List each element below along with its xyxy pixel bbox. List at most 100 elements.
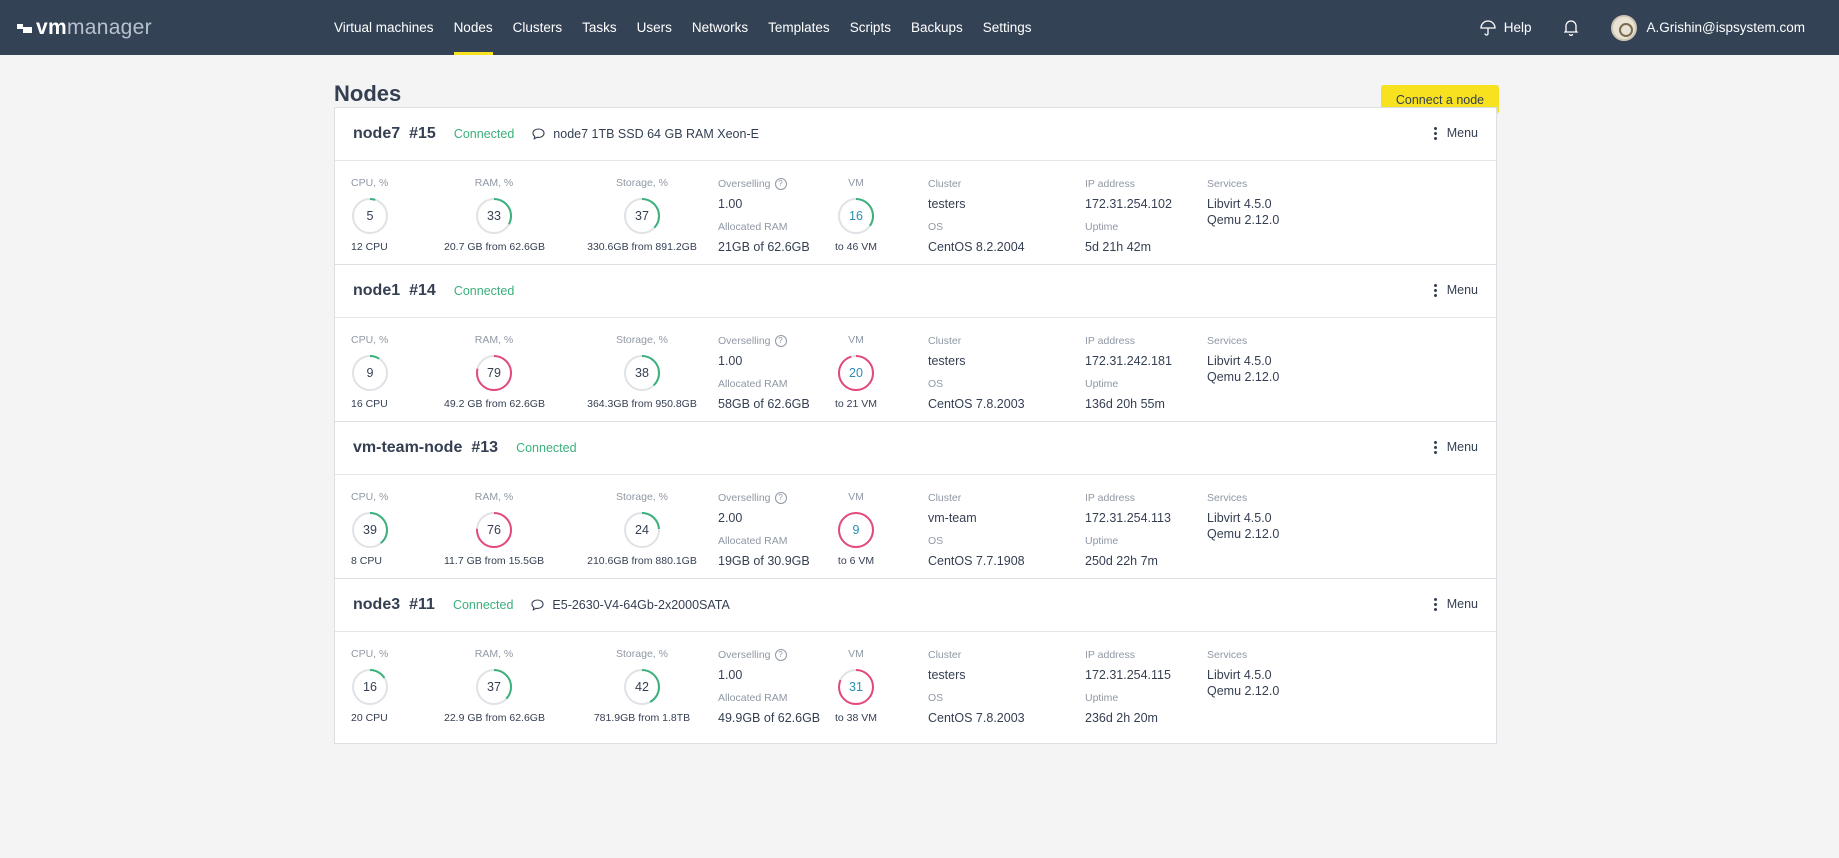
help-link[interactable]: Help <box>1480 19 1532 36</box>
vm-limit: to 6 VM <box>837 555 875 567</box>
service-qemu: Qemu 2.12.0 <box>1207 684 1280 698</box>
overselling-column: Overselling? 1.00 Allocated RAM 21GB of … <box>718 177 810 256</box>
logo-vm-text: vm <box>36 16 67 39</box>
uptime-label: Uptime <box>1085 221 1119 233</box>
node-card: node7 #15 Connected node7 1TB SSD 64 GB … <box>334 107 1497 273</box>
ram-metric: RAM, % 79 49.2 GB from 62.6GB <box>444 334 545 410</box>
vm-label: VM <box>848 491 864 503</box>
status-badge: Connected <box>452 598 514 612</box>
nav-item-nodes[interactable]: Nodes <box>453 0 493 55</box>
vm-value[interactable]: 16 <box>837 197 875 235</box>
allocated-ram-label: Allocated RAM <box>718 378 788 390</box>
status-badge: Connected <box>453 127 515 141</box>
cpu-count: 12 CPU <box>351 241 388 253</box>
overselling-label: Overselling <box>718 335 771 347</box>
kebab-icon <box>1433 597 1437 611</box>
ram-metric: RAM, % 37 22.9 GB from 62.6GB <box>444 648 545 724</box>
node-card-body: CPU, % 9 16 CPU RAM, % 79 49.2 GB from 6… <box>335 318 1496 430</box>
node-name[interactable]: node7 <box>353 125 400 143</box>
node-menu-button[interactable]: Menu <box>1433 126 1478 140</box>
nav-item-users[interactable]: Users <box>637 0 672 55</box>
storage-label: Storage, % <box>616 177 668 189</box>
help-icon[interactable]: ? <box>774 335 787 347</box>
node-card: node1 #14 Connected Menu CPU, % 9 16 CPU… <box>334 264 1497 430</box>
help-icon[interactable]: ? <box>774 649 787 661</box>
nav-item-templates[interactable]: Templates <box>768 0 830 55</box>
ram-gauge: 33 <box>475 197 513 235</box>
overselling-column: Overselling? 1.00 Allocated RAM 58GB of … <box>718 334 810 413</box>
bell-icon <box>1563 20 1578 36</box>
overselling-label: Overselling <box>718 649 771 661</box>
ram-usage: 11.7 GB from 15.5GB <box>444 555 545 567</box>
nav-item-clusters[interactable]: Clusters <box>513 0 563 55</box>
overselling-label: Overselling <box>718 492 771 504</box>
menu-label: Menu <box>1446 283 1478 297</box>
vm-gauge: 16 <box>837 197 875 235</box>
nav-item-backups[interactable]: Backups <box>911 0 963 55</box>
cluster-column: Cluster testers OS CentOS 8.2.2004 <box>928 177 1025 256</box>
status-badge: Connected <box>516 441 577 455</box>
vm-metric: VM 16 to 46 VM <box>835 177 877 253</box>
storage-label: Storage, % <box>616 648 668 660</box>
nav-item-scripts[interactable]: Scripts <box>850 0 891 55</box>
ram-label: RAM, % <box>474 491 514 503</box>
storage-gauge: 37 <box>623 197 661 235</box>
cpu-gauge: 9 <box>351 354 389 392</box>
node-comment-text: E5-2630-V4-64Gb-2x2000SATA <box>552 598 730 612</box>
ram-value: 37 <box>487 680 501 694</box>
os-value: CentOS 7.8.2003 <box>928 711 1025 725</box>
storage-usage: 781.9GB from 1.8TB <box>593 712 691 724</box>
overselling-column: Overselling? 2.00 Allocated RAM 19GB of … <box>718 491 810 570</box>
node-menu-button[interactable]: Menu <box>1433 283 1478 297</box>
ram-label: RAM, % <box>474 334 514 346</box>
service-libvirt: Libvirt 4.5.0 <box>1207 197 1272 211</box>
notifications-button[interactable] <box>1563 19 1578 36</box>
nav-item-settings[interactable]: Settings <box>983 0 1032 55</box>
ram-label: RAM, % <box>474 177 514 189</box>
storage-usage: 330.6GB from 891.2GB <box>587 241 697 253</box>
node-card-body: CPU, % 39 8 CPU RAM, % 76 11.7 GB from 1… <box>335 475 1496 587</box>
node-name[interactable]: node1 <box>353 282 400 300</box>
main-content: Nodes Connect a node node7 #15 Connected… <box>334 55 1499 744</box>
help-icon[interactable]: ? <box>774 178 787 190</box>
vmmanager-logo[interactable]: vm manager <box>17 16 152 40</box>
node-card-header: node3 #11 Connected E5-2630-V4-64Gb-2x20… <box>335 579 1496 632</box>
node-id: #14 <box>409 282 436 299</box>
ip-label: IP address <box>1085 649 1136 661</box>
vm-value[interactable]: 9 <box>837 511 875 549</box>
ip-label: IP address <box>1085 178 1136 190</box>
ip-value: 172.31.254.102 <box>1085 197 1172 211</box>
node-name[interactable]: vm-team-node <box>353 439 462 457</box>
allocated-ram-value: 21GB of 62.6GB <box>718 240 810 254</box>
vm-value[interactable]: 20 <box>837 354 875 392</box>
ram-usage: 22.9 GB from 62.6GB <box>444 712 545 724</box>
cpu-count: 16 CPU <box>351 398 388 410</box>
status-badge: Connected <box>453 284 515 298</box>
node-menu-button[interactable]: Menu <box>1433 597 1478 611</box>
storage-metric: Storage, % 38 364.3GB from 950.8GB <box>582 334 702 410</box>
ram-metric: RAM, % 76 11.7 GB from 15.5GB <box>444 491 544 567</box>
ram-label: RAM, % <box>474 648 514 660</box>
nav-item-virtual-machines[interactable]: Virtual machines <box>334 0 434 55</box>
node-menu-button[interactable]: Menu <box>1433 440 1478 454</box>
cluster-value[interactable]: testers <box>928 354 1025 370</box>
uptime-label: Uptime <box>1085 692 1119 704</box>
storage-label: Storage, % <box>616 491 668 503</box>
cpu-label: CPU, % <box>351 491 389 503</box>
vm-metric: VM 31 to 38 VM <box>835 648 877 724</box>
vm-limit: to 46 VM <box>835 241 878 253</box>
vm-value[interactable]: 31 <box>837 668 875 706</box>
ram-usage: 20.7 GB from 62.6GB <box>444 241 545 253</box>
nav-item-networks[interactable]: Networks <box>692 0 748 55</box>
help-icon[interactable]: ? <box>774 492 787 504</box>
cluster-value[interactable]: vm-team <box>928 511 1025 527</box>
cluster-value[interactable]: testers <box>928 668 1025 684</box>
ip-value: 172.31.254.115 <box>1085 668 1171 682</box>
cluster-value[interactable]: testers <box>928 197 1025 213</box>
services-label: Services <box>1207 178 1248 190</box>
nav-item-tasks[interactable]: Tasks <box>582 0 617 55</box>
node-id: #13 <box>471 439 499 456</box>
user-menu[interactable]: A.Grishin@ispsystem.com <box>1610 14 1805 41</box>
node-name[interactable]: node3 <box>353 596 400 614</box>
storage-value: 42 <box>635 680 649 694</box>
